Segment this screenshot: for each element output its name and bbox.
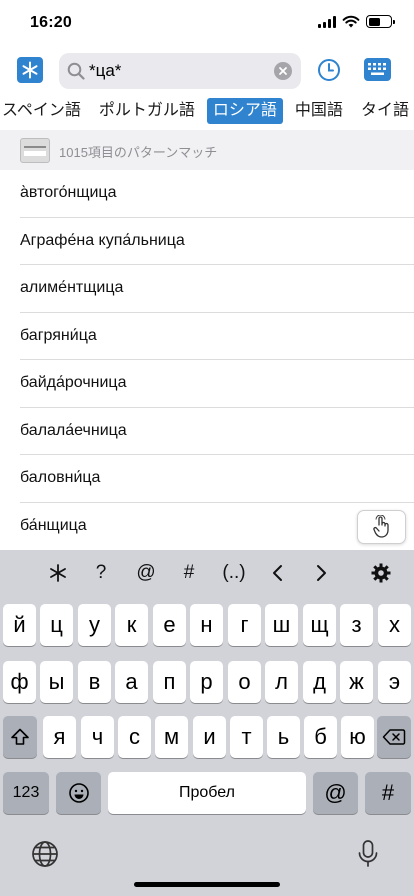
tab-thai[interactable]: タイ語 <box>355 98 414 124</box>
numbers-key[interactable]: 123 <box>3 772 49 814</box>
key-10[interactable]: з <box>340 604 373 646</box>
clear-button[interactable] <box>274 62 292 80</box>
result-row[interactable]: баловни́ца <box>20 455 414 503</box>
backspace-key[interactable] <box>377 716 411 758</box>
asterisk-icon <box>22 61 38 79</box>
home-indicator <box>134 882 280 887</box>
tab-portuguese[interactable]: ポルトガル語 <box>93 98 201 124</box>
key-2[interactable]: ц <box>40 604 73 646</box>
emoji-key[interactable] <box>56 772 101 814</box>
question-key[interactable]: ? <box>91 559 111 587</box>
key-29[interactable]: ь <box>267 716 300 758</box>
clear-icon <box>279 67 287 75</box>
key-19[interactable]: л <box>265 661 298 703</box>
shift-icon <box>11 728 29 745</box>
at-accessory-key[interactable]: @ <box>133 559 159 587</box>
result-word: а̀втого́нщица <box>20 184 117 202</box>
key-26[interactable]: м <box>155 716 188 758</box>
key-8[interactable]: ш <box>265 604 298 646</box>
key-7[interactable]: г <box>228 604 261 646</box>
key-15[interactable]: а <box>115 661 148 703</box>
key-25[interactable]: с <box>118 716 151 758</box>
result-row[interactable]: балала́ечница <box>20 408 414 455</box>
key-22[interactable]: э <box>378 661 411 703</box>
hash-accessory-key[interactable]: # <box>178 559 200 587</box>
result-row[interactable]: а̀втого́нщица <box>20 170 414 218</box>
key-6[interactable]: н <box>190 604 223 646</box>
result-row[interactable]: байда́рочница <box>20 360 414 408</box>
key-9[interactable]: щ <box>303 604 336 646</box>
match-header: 1015項目のパターンマッチ <box>0 130 414 170</box>
key-27[interactable]: и <box>193 716 226 758</box>
key-16[interactable]: п <box>153 661 186 703</box>
result-row[interactable]: багряни́ца <box>20 313 414 360</box>
key-21[interactable]: ж <box>340 661 373 703</box>
gear-icon[interactable] <box>371 563 391 583</box>
wifi-icon <box>342 15 360 28</box>
emoji-icon <box>68 783 89 803</box>
results-list: а̀втого́нщица Аграфе́на купа́льница алим… <box>0 170 414 550</box>
search-field[interactable] <box>59 53 301 89</box>
keyboard-icon <box>368 63 386 75</box>
key-23[interactable]: я <box>43 716 76 758</box>
key-11[interactable]: х <box>378 604 411 646</box>
tab-spanish[interactable]: スペイン語 <box>0 98 87 124</box>
globe-icon[interactable] <box>30 839 60 869</box>
hand-pointer-icon <box>372 515 389 538</box>
key-24[interactable]: ч <box>81 716 114 758</box>
at-key[interactable]: @ <box>313 772 358 814</box>
microphone-icon[interactable] <box>356 839 380 869</box>
group-key[interactable]: (..) <box>216 559 252 587</box>
result-row[interactable]: алиме́нтщица <box>20 265 414 313</box>
key-1[interactable]: й <box>3 604 36 646</box>
search-icon <box>67 62 85 80</box>
tab-chinese[interactable]: 中国語 <box>289 98 349 124</box>
result-word: байда́рочница <box>20 374 127 392</box>
battery-icon <box>366 15 395 28</box>
clock-icon[interactable] <box>317 58 341 82</box>
key-5[interactable]: е <box>153 604 186 646</box>
keyboard: ? @ # (..) й ц у к е н г ш щ з х ф ы в а… <box>0 550 414 896</box>
hash-key[interactable]: # <box>365 772 411 814</box>
key-20[interactable]: д <box>303 661 336 703</box>
status-bar: 16:20 <box>0 0 414 46</box>
result-word: алиме́нтщица <box>20 279 124 297</box>
key-28[interactable]: т <box>230 716 263 758</box>
asterisk-key[interactable] <box>48 563 68 583</box>
backspace-icon <box>382 729 406 745</box>
result-row[interactable]: ба́нщица <box>20 503 414 551</box>
chevron-right-icon[interactable] <box>313 564 329 582</box>
keyboard-button[interactable] <box>364 58 391 81</box>
result-word: багряни́ца <box>20 326 97 344</box>
result-row[interactable]: Аграфе́на купа́льница <box>20 218 414 265</box>
result-word: Аграфе́на купа́льница <box>20 231 185 249</box>
signal-icon <box>318 15 336 28</box>
key-3[interactable]: у <box>78 604 111 646</box>
wildcard-button[interactable] <box>17 57 43 83</box>
result-word: балала́ечница <box>20 421 127 439</box>
space-key[interactable]: Пробел <box>108 772 306 814</box>
tab-russian[interactable]: ロシア語 <box>206 98 283 124</box>
key-30[interactable]: б <box>304 716 337 758</box>
chevron-left-icon[interactable] <box>270 564 286 582</box>
key-4[interactable]: к <box>115 604 148 646</box>
key-17[interactable]: р <box>190 661 223 703</box>
keyboard-accessory-row: ? @ # (..) <box>0 550 414 596</box>
shift-key[interactable] <box>3 716 37 758</box>
key-18[interactable]: о <box>228 661 261 703</box>
status-indicators <box>318 15 395 28</box>
result-word: баловни́ца <box>20 469 101 487</box>
dictionary-icon <box>20 138 50 163</box>
tap-mode-button[interactable] <box>357 510 406 544</box>
language-tabs: スペイン語 ポルトガル語 ロシア語 中国語 タイ語 <box>0 98 414 124</box>
key-31[interactable]: ю <box>341 716 374 758</box>
search-input[interactable] <box>89 53 269 89</box>
key-13[interactable]: ы <box>40 661 73 703</box>
match-count: 1015項目のパターンマッチ <box>59 145 218 160</box>
key-14[interactable]: в <box>78 661 111 703</box>
search-toolbar <box>0 50 414 90</box>
key-12[interactable]: ф <box>3 661 36 703</box>
result-word: ба́нщица <box>20 517 87 535</box>
status-time: 16:20 <box>30 14 72 31</box>
